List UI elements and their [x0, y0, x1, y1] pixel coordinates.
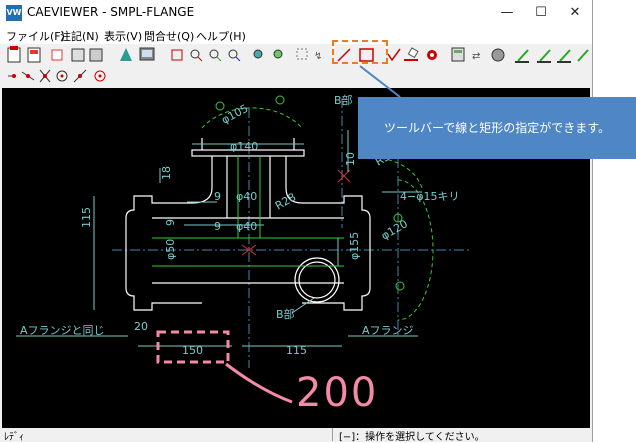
settings-gear-icon[interactable]	[427, 50, 437, 60]
marker-right-icon[interactable]	[577, 49, 589, 62]
menu-help[interactable]: ヘルプ(H)	[196, 28, 246, 44]
dim-phi40b: φ40	[236, 220, 257, 233]
dim-9c: 9	[164, 219, 177, 226]
select-icon[interactable]	[51, 49, 63, 61]
tooltip-callout: ツールバーで線と矩形の指定ができます。	[358, 97, 636, 159]
file-save-icon[interactable]	[27, 47, 41, 63]
zoom-window-icon[interactable]	[253, 49, 263, 59]
zoom-out-icon[interactable]	[228, 49, 241, 62]
secondary-toolbar	[0, 66, 592, 86]
dim-B: B部	[334, 93, 353, 107]
move-icon[interactable]: ⇄	[472, 51, 480, 62]
print-preview-icon[interactable]	[71, 48, 85, 62]
marker-up-icon[interactable]	[537, 49, 551, 63]
zoom-in-icon[interactable]	[209, 49, 222, 62]
print-icon[interactable]	[89, 48, 103, 62]
menu-query[interactable]: 問合せ(Q)	[144, 28, 194, 44]
dim-10: 10	[344, 152, 357, 166]
label-a-flange-same: Aフランジと同じ	[20, 324, 105, 337]
window-title: CAEVIEWER - SMPL-FLANGE	[27, 5, 195, 19]
zoom-prev-icon[interactable]	[273, 49, 283, 59]
snap-center-icon[interactable]	[56, 70, 68, 82]
svg-text:↯: ↯	[314, 51, 322, 62]
pan-icon[interactable]: ↯	[314, 51, 322, 62]
minimize-button[interactable]: —	[490, 0, 524, 26]
dim-4holes: 4−φ15キリ	[400, 190, 459, 203]
snap-perp-icon[interactable]	[73, 69, 87, 83]
dim-150: 150	[182, 344, 203, 357]
check-mark-icon[interactable]	[387, 48, 401, 62]
dim-18: 18	[160, 166, 173, 180]
maximize-button[interactable]: ☐	[524, 0, 558, 26]
dim-R28: R28	[273, 191, 298, 213]
logo-icon[interactable]	[120, 48, 132, 61]
title-bar: VW CAEVIEWER - SMPL-FLANGE — ☐ ✕	[0, 0, 592, 26]
svg-text:⇄: ⇄	[472, 51, 480, 62]
menu-annotation[interactable]: 注記(N)	[60, 28, 99, 44]
monitor-icon[interactable]	[139, 47, 155, 61]
file-open-icon[interactable]	[7, 46, 21, 63]
handwritten-number: 200	[296, 370, 379, 416]
dim-phi155: φ155	[348, 232, 361, 260]
toolbar-highlight-box	[332, 40, 388, 64]
dim-115-vertical: 115	[80, 207, 93, 228]
marker-down-icon[interactable]	[557, 49, 571, 63]
main-toolbar: ↯ ⇄	[0, 44, 592, 66]
dim-phi140: φ140	[230, 140, 258, 153]
close-button[interactable]: ✕	[558, 0, 592, 26]
status-message: [−]：操作を選択してください。	[332, 428, 597, 443]
status-ready: ﾚﾃﾞｨ	[4, 432, 24, 443]
rect-select-icon[interactable]	[171, 49, 183, 61]
menu-view[interactable]: 表示(V)	[104, 28, 142, 44]
snap-intersect-icon[interactable]	[39, 69, 51, 83]
center-markers	[241, 169, 351, 256]
dim-20: 20	[134, 320, 148, 333]
dim-phi120: φ120	[379, 217, 410, 242]
label-a-flange: Aフランジ	[362, 324, 414, 337]
zoom-icon[interactable]	[190, 49, 203, 62]
snap-end-icon[interactable]	[21, 71, 35, 81]
menu-file[interactable]: ファイル(F)	[6, 28, 65, 44]
dim-phi40a: φ40	[236, 190, 257, 203]
fit-icon[interactable]	[296, 48, 308, 60]
layers-icon[interactable]	[451, 47, 465, 62]
dim-phi50: φ50	[164, 239, 177, 260]
label-b-part: B部	[276, 307, 295, 321]
menu-bar: ファイル(F) 注記(N) 表示(V) 問合せ(Q) ヘルプ(H)	[0, 26, 592, 44]
eraser-icon[interactable]	[404, 47, 419, 61]
marker-green-icon[interactable]	[515, 49, 529, 63]
snap-point-icon[interactable]	[8, 74, 16, 78]
stamp-icon[interactable]	[491, 48, 505, 62]
dim-9b: 9	[214, 220, 221, 233]
status-bar: ﾚﾃﾞｨ [−]：操作を選択してください。	[0, 428, 592, 443]
dim-115-horizontal: 115	[286, 344, 307, 357]
app-icon: VW	[6, 5, 22, 21]
snap-circle-icon[interactable]	[94, 70, 106, 82]
dim-9a: 9	[214, 190, 221, 203]
